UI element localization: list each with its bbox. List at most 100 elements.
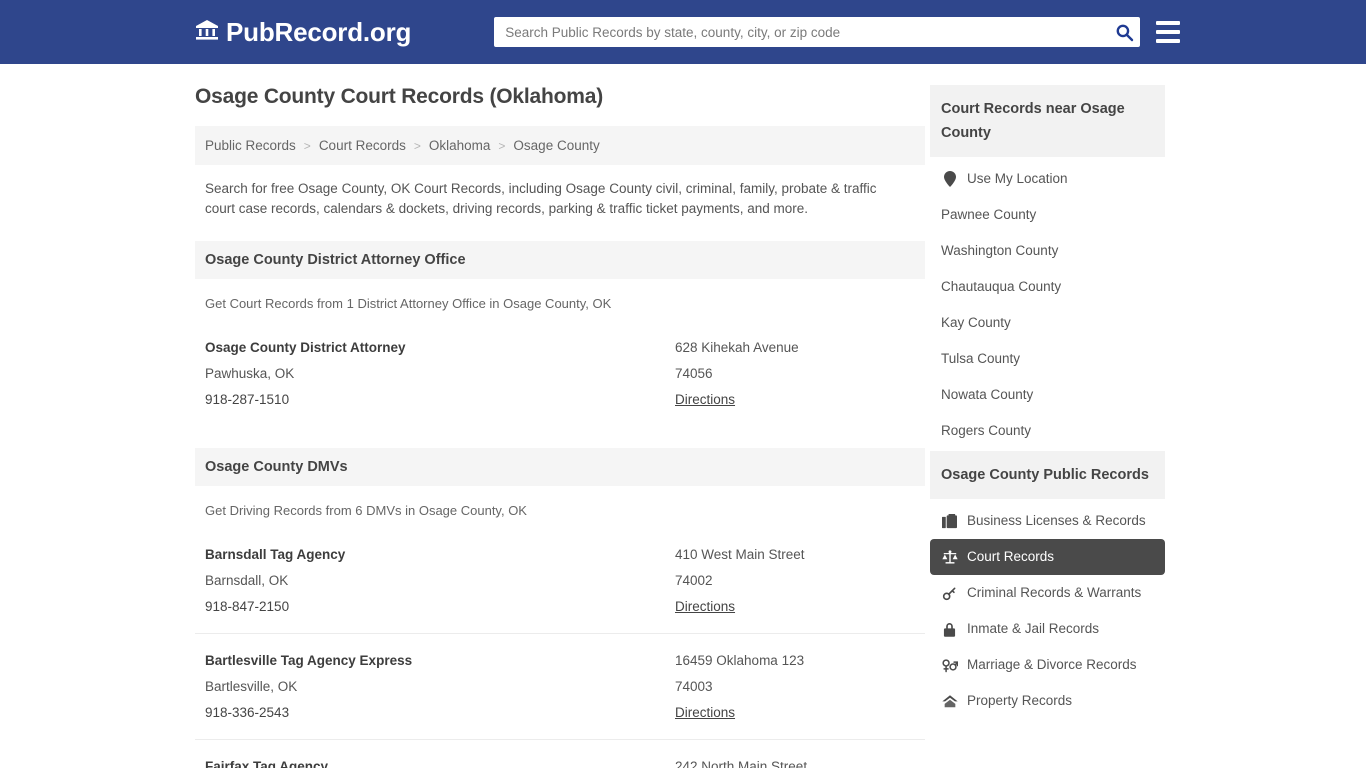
sidebar-nearby-item-2[interactable]: Washington County (930, 233, 1165, 269)
sidebar-nearby-item-7[interactable]: Rogers County (930, 413, 1165, 449)
sidebar-nearby-item-label: Tulsa County (941, 351, 1021, 366)
search-input[interactable] (494, 17, 1141, 47)
breadcrumb: Public Records > Court Records > Oklahoma > Os… (195, 126, 925, 165)
sidebar-nearby-box: Court Records near Osage County Use My L… (930, 85, 1165, 449)
sidebar-record-item-label: Property Records (967, 693, 1073, 708)
record-city-state: Pawhuska, OK (205, 366, 295, 381)
record-row: Bartlesville Tag Agency Express Bartlesvi… (195, 634, 925, 740)
record-zip: 74003 (675, 679, 713, 694)
record-directions-link[interactable]: Directions (675, 705, 735, 720)
page-description: Search for free Osage County, OK Court R… (205, 181, 877, 216)
sidebar-record-item-3[interactable]: Inmate & Jail Records (930, 611, 1165, 647)
sidebar-record-item-2[interactable]: Criminal Records & Warrants (930, 575, 1165, 611)
sidebar: Court Records near Osage County Use My L… (930, 85, 1165, 721)
sidebar-public-records-list: Business Licenses & Records Court Records… (930, 499, 1165, 719)
search-button[interactable] (1113, 21, 1135, 43)
record-street: 410 West Main Street (675, 547, 805, 562)
record-zip: 74002 (675, 573, 713, 588)
sidebar-nearby-item-label: Rogers County (941, 423, 1032, 438)
sidebar-record-item-label: Inmate & Jail Records (967, 621, 1100, 636)
sidebar-nearby-item-label: Chautauqua County (941, 279, 1062, 294)
breadcrumb-item-1[interactable]: Court Records (319, 138, 406, 153)
section-title: Osage County DMVs (195, 448, 925, 486)
sidebar-record-item-label: Business Licenses & Records (967, 513, 1146, 528)
record-phone[interactable]: 918-847-2150 (205, 594, 675, 620)
record-left-column: Barnsdall Tag Agency Barnsdall, OK 918-847… (205, 542, 675, 620)
record-phone[interactable]: 918-336-2543 (205, 700, 675, 726)
sidebar-record-item-1[interactable]: Court Records (930, 539, 1165, 575)
hamburger-bar (1156, 39, 1181, 43)
sidebar-record-item-5[interactable]: Property Records (930, 683, 1165, 719)
site-header: PubRecord.org (0, 0, 1366, 64)
record-row: Barnsdall Tag Agency Barnsdall, OK 918-847… (195, 528, 925, 634)
sidebar-record-item-label: Criminal Records & Warrants (967, 585, 1142, 600)
record-left-column: Bartlesville Tag Agency Express Bartlesvi… (205, 648, 675, 726)
sidebar-nearby-item-5[interactable]: Tulsa County (930, 341, 1165, 377)
main-column: Osage County Court Records (Oklahoma) Pu… (195, 85, 925, 768)
sidebar-public-records-box: Osage County Public Records Business Lic… (930, 451, 1165, 719)
record-left-column: Fairfax Tag AgencyFairfax, OK918-642-361… (205, 754, 675, 768)
record-name[interactable]: Osage County District Attorney (205, 335, 675, 361)
content-layout: Osage County Court Records (Oklahoma) Pu… (195, 64, 1366, 768)
sidebar-nearby-item-1[interactable]: Pawnee County (930, 197, 1165, 233)
hamburger-menu-icon[interactable] (1156, 21, 1181, 43)
sidebar-record-item-0[interactable]: Business Licenses & Records (930, 503, 1165, 539)
record-name[interactable]: Barnsdall Tag Agency (205, 542, 675, 568)
record-zip: 74056 (675, 366, 713, 381)
site-logo-text: PubRecord.org (226, 17, 412, 47)
lock-icon (941, 622, 958, 637)
record-right-column: 16459 Oklahoma 123 74003 Directions (675, 648, 915, 726)
record-city-state: Barnsdall, OK (205, 573, 289, 588)
sidebar-nearby-item-3[interactable]: Chautauqua County (930, 269, 1165, 305)
sidebar-nearby-title: Court Records near Osage County (930, 85, 1165, 157)
record-name[interactable]: Bartlesville Tag Agency Express (205, 648, 675, 674)
record-list: Osage County District Attorney Pawhuska, … (195, 321, 925, 426)
section-subtitle: Get Driving Records from 6 DMVs in Osage… (205, 503, 527, 518)
page-title: Osage County Court Records (Oklahoma) (195, 85, 603, 108)
section-subtitle: Get Court Records from 1 District Attorn… (205, 296, 612, 311)
sidebar-nearby-list: Use My Location Pawnee County Washington C… (930, 157, 1165, 449)
breadcrumb-separator: > (303, 138, 311, 153)
search-bar (494, 17, 1141, 47)
sidebar-nearby-item-0[interactable]: Use My Location (930, 161, 1165, 197)
header-right-group (494, 17, 1181, 47)
breadcrumb-item-2[interactable]: Oklahoma (429, 138, 491, 153)
record-directions-link[interactable]: Directions (675, 392, 735, 407)
record-right-column: 628 Kihekah Avenue 74056 Directions (675, 335, 915, 413)
page-body: Osage County Court Records (Oklahoma) Pu… (0, 64, 1366, 768)
breadcrumb-separator: > (413, 138, 421, 153)
sidebar-nearby-item-label: Nowata County (941, 387, 1034, 402)
sidebar-record-item-4[interactable]: Marriage & Divorce Records (930, 647, 1165, 683)
bank-icon (195, 18, 219, 47)
breadcrumb-item-0[interactable]: Public Records (205, 138, 296, 153)
site-logo-link[interactable]: PubRecord.org (195, 18, 411, 47)
sidebar-record-item-label: Marriage & Divorce Records (967, 657, 1137, 672)
sidebar-nearby-item-6[interactable]: Nowata County (930, 377, 1165, 413)
house-icon (941, 694, 958, 708)
record-street: 16459 Oklahoma 123 (675, 653, 805, 668)
sidebar-nearby-item-label: Pawnee County (941, 207, 1037, 222)
record-right-column: 410 West Main Street 74002 Directions (675, 542, 915, 620)
breadcrumb-separator: > (498, 138, 506, 153)
record-directions-link[interactable]: Directions (675, 599, 735, 614)
sidebar-nearby-item-label: Use My Location (967, 171, 1068, 186)
sidebar-nearby-item-4[interactable]: Kay County (930, 305, 1165, 341)
map-pin-icon (941, 171, 958, 187)
gender-symbols-icon (941, 658, 958, 673)
record-row: Osage County District Attorney Pawhuska, … (195, 321, 925, 426)
sidebar-record-item-label: Court Records (967, 549, 1055, 564)
record-phone[interactable]: 918-287-1510 (205, 387, 675, 413)
section-title: Osage County District Attorney Office (195, 241, 925, 279)
record-name[interactable]: Fairfax Tag Agency (205, 754, 675, 768)
record-left-column: Osage County District Attorney Pawhuska, … (205, 335, 675, 413)
record-section: Osage County District Attorney Office Get… (195, 241, 925, 426)
sidebar-public-records-title: Osage County Public Records (930, 451, 1165, 499)
fingerprint-icon (941, 586, 958, 601)
record-city-state: Bartlesville, OK (205, 679, 298, 694)
breadcrumb-item-3[interactable]: Osage County (513, 138, 599, 153)
record-row: Fairfax Tag AgencyFairfax, OK918-642-361… (195, 740, 925, 768)
briefcase-icon (941, 513, 958, 529)
record-list: Barnsdall Tag Agency Barnsdall, OK 918-847… (195, 528, 925, 768)
hamburger-bar (1156, 30, 1181, 34)
scales-icon (941, 549, 958, 565)
